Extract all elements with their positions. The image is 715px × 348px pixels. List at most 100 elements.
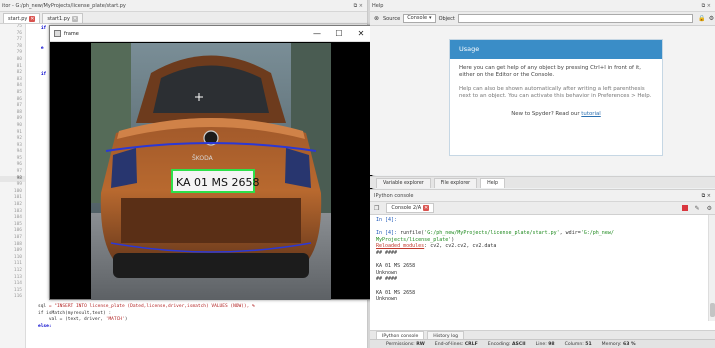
chevron-down-icon: ▾ [429,15,432,21]
window-icon [54,30,61,37]
help-tab-bar: Variable explorer File explorer Help [370,176,715,188]
line-number: 107 [13,235,22,240]
usage-paragraph-2: Help can also be shown automatically aft… [459,85,652,100]
console-title-bar: IPython console ⧉ × [370,190,715,202]
console-line: KA 01 MS 2658 [376,263,416,270]
tab-start-py[interactable]: start.py ✕ [3,13,41,23]
help-pane-controls[interactable]: ⧉ × [702,0,715,11]
line-number: 116 [13,294,22,300]
stop-icon[interactable] [681,205,688,211]
lock-icon[interactable]: 🔒 [698,15,705,22]
code-line-78: e [30,45,44,51]
status-eol: End-of-lines: CRLF [434,342,478,347]
line-number-gutter: 75 76 77 78 79 80 81 82 83 84 85 86 87 88 89 90 91 92 93 94… [0,24,26,348]
scrollbar-thumb[interactable] [710,303,715,317]
code-line-75: if [30,26,47,31]
line-number: 106 [13,228,22,234]
console-pane-title: IPython console [374,193,414,199]
close-button[interactable]: ✕ [350,26,372,42]
line-number: 90 [16,122,22,128]
line-number: 114 [13,281,22,287]
status-memory: Memory: 63 % [601,342,636,347]
tab-label: start1.py [47,15,70,22]
line-number: 82 [16,70,22,76]
console-line: ## #### [376,276,398,283]
status-column: Column: 51 [564,342,592,347]
usage-footer: New to Spyder? Read our tutorial [511,110,601,117]
console-line: KA 01 MS 2658 [376,289,416,296]
object-label: Object [438,15,455,22]
line-number: 75 [16,24,22,29]
pencil-icon[interactable]: ✎ [695,205,700,212]
code-line-else: else: [38,323,52,329]
line-number: 97 [16,169,22,175]
console-line: Unknown [376,269,398,276]
line-number: 112 [13,267,22,273]
tab-help[interactable]: Help [480,178,506,188]
line-number: 79 [16,50,22,56]
new-console-icon[interactable]: ❐ [374,205,379,212]
console-line: In [4]: [376,217,398,223]
gear-icon[interactable]: ⚙ [707,205,712,212]
tab-file-explorer[interactable]: File explorer [433,178,478,188]
line-number: 77 [16,37,22,43]
lock-icon[interactable]: ⊗ [373,15,380,22]
gear-icon[interactable]: ⚙ [708,15,715,22]
tab-start1-py[interactable]: start1.py ✕ [42,13,83,23]
spyder-ide-window: itor - G:/ph_new/MyProjects/license_plat… [0,0,715,348]
close-icon[interactable]: ✕ [423,205,430,211]
line-number: 99 [16,182,22,188]
status-encoding: Encoding: ASCII [487,342,526,347]
car-image: ŠKODA KA 01 MS 2658 [91,43,331,300]
frame-title: frame [64,30,79,37]
minimize-button[interactable]: — [306,26,328,42]
status-permissions: Permissions: RW [386,342,425,347]
badge-text: ŠKODA [192,155,214,162]
console-line: MyProjects/license_plate') [376,236,455,243]
console-pane-controls[interactable]: ⧉ × [702,190,715,201]
code-line-82: if [30,72,47,78]
maximize-button[interactable]: ☐ [328,26,350,42]
object-input[interactable] [457,14,693,23]
console-output[interactable]: In [4]: In [4]: runfile('G:/ph_new/MyPro… [370,215,715,305]
console-line: Unknown [376,296,398,303]
console-line: ## #### [376,249,398,256]
tutorial-link[interactable]: tutorial [581,111,600,117]
editor-title-bar: itor - G:/ph_new/MyProjects/license_plat… [0,0,367,12]
usage-heading: Usage [450,40,662,59]
editor-pane-controls[interactable]: ⧉ × [354,0,367,11]
editor-tab-bar: start.py ✕ start1.py ✕ [0,12,367,24]
tab-label: start.py [8,15,28,22]
line-number: 102 [13,202,22,208]
frame-title-bar[interactable]: frame — ☐ ✕ [50,26,372,42]
close-icon[interactable]: ✕ [71,15,78,22]
usage-card: Usage Here you can get help of any objec… [449,39,663,156]
line-number: 80 [16,56,22,62]
line-number: 104 [13,215,22,221]
line-number: 111 [13,261,22,267]
code-line-val: val = (text, driver, 'MATCH') [38,317,128,323]
tab-variable-explorer[interactable]: Variable explorer [376,178,431,188]
help-toolbar: ⊗ Source Console ▾ Object 🔒 ⚙ [370,12,715,26]
license-plate-text: KA 01 MS 2658 [176,176,260,189]
ipython-console-pane: IPython console ⧉ × ❐ Console 2/A ✕ ✎ ⚙ … [370,189,715,348]
line-number: 89 [16,116,22,122]
help-title-bar: Help ⧉ × [370,0,715,12]
help-pane: Help ⧉ × ⊗ Source Console ▾ Object 🔒 ⚙ Us… [370,0,715,175]
camera-frame-image: ŠKODA KA 01 MS 2658 [91,43,331,300]
source-select[interactable]: Console ▾ [403,14,436,23]
line-number: 109 [13,248,22,254]
status-bar: Permissions: RW End-of-lines: CRLF Encod… [370,339,715,348]
line-number: 92 [16,136,22,142]
editor-path: itor - G:/ph_new/MyProjects/license_plat… [2,3,126,9]
close-icon[interactable]: ✕ [29,15,36,22]
console-tab-bar: ❐ Console 2/A ✕ ✎ ⚙ [370,202,715,215]
status-line: Line: 98 [535,342,555,347]
tab-console-2a[interactable]: Console 2/A ✕ [386,203,435,213]
help-pane-title: Help [372,3,384,9]
line-number: 85 [16,89,22,95]
line-number: 84 [16,83,22,89]
line-number: 94 [16,149,22,155]
console-scrollbar[interactable] [708,215,715,321]
opencv-frame-window[interactable]: frame — ☐ ✕ ŠKODA KA 01 MS 2658 [49,25,373,300]
